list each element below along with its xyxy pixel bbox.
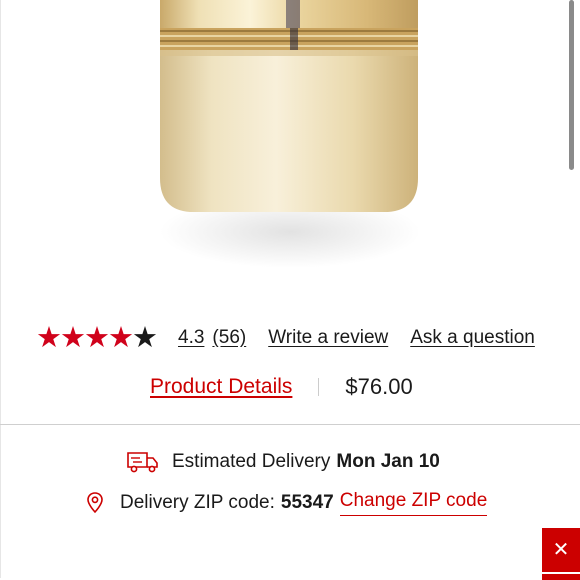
rating-value-link[interactable]: 4.3 xyxy=(178,327,204,349)
zip-value: 55347 xyxy=(280,492,334,513)
star-filled-icon: ★ xyxy=(108,322,134,354)
divider xyxy=(318,378,320,396)
close-icon: ✕ xyxy=(552,539,570,561)
estimated-delivery-date: Mon Jan 10 xyxy=(336,451,440,472)
star-filled-icon: ★ xyxy=(60,322,86,354)
scrollbar[interactable] xyxy=(569,0,574,170)
details-row: Product Details $76.00 xyxy=(150,374,413,400)
zip-label: Delivery ZIP code: xyxy=(120,492,275,513)
delivery-zip: Delivery ZIP code: 55347 Change ZIP code xyxy=(86,490,488,516)
location-pin-icon xyxy=(87,492,103,514)
price: $76.00 xyxy=(345,374,413,399)
star-empty-icon: ★ xyxy=(132,322,158,354)
star-rating[interactable]: ★ ★ ★ ★ ★ xyxy=(36,322,158,354)
review-count-link[interactable]: (56) xyxy=(212,327,246,349)
ask-question-link[interactable]: Ask a question xyxy=(410,327,535,349)
star-filled-icon: ★ xyxy=(84,322,110,354)
close-button[interactable]: ✕ xyxy=(542,528,580,580)
star-filled-icon: ★ xyxy=(36,322,62,354)
product-image xyxy=(160,0,420,268)
rating-row: ★ ★ ★ ★ ★ 4.3 (56) Write a review Ask a … xyxy=(36,322,535,354)
estimated-delivery: Estimated Delivery Mon Jan 10 xyxy=(126,450,440,474)
change-zip-link[interactable]: Change ZIP code xyxy=(339,490,488,516)
estimated-delivery-label: Estimated Delivery xyxy=(172,451,331,472)
write-review-link[interactable]: Write a review xyxy=(268,327,388,349)
close-button-underline xyxy=(542,572,580,574)
delivery-truck-icon xyxy=(127,452,158,473)
product-details-link[interactable]: Product Details xyxy=(150,375,292,399)
section-divider xyxy=(0,424,580,425)
